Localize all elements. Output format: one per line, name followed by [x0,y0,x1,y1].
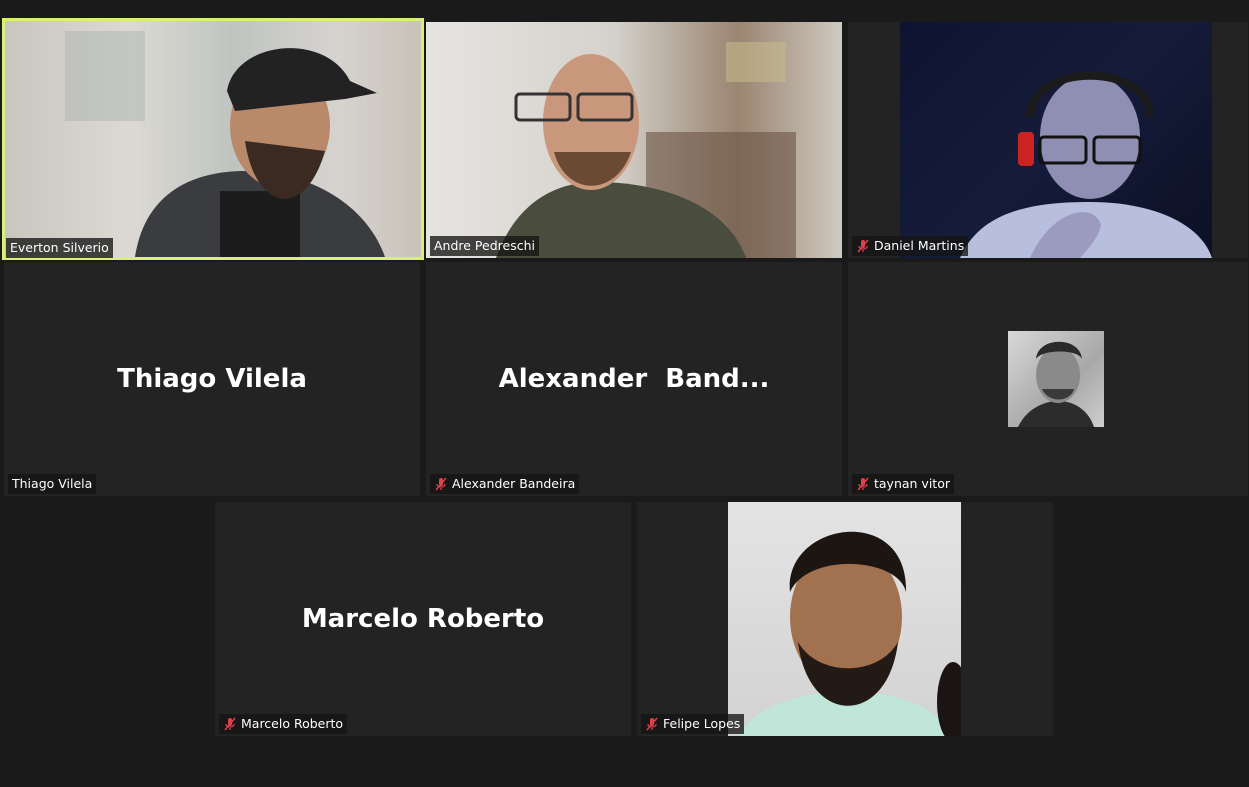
video-tile-everton-silverio[interactable]: Everton Silverio [2,18,424,260]
video-tile-daniel-martins[interactable]: Daniel Martins [848,22,1248,258]
video-tile-marcelo-roberto[interactable]: Marcelo Roberto Marcelo Roberto [215,502,631,736]
participant-name-label: Thiago Vilela [8,474,97,494]
person-silhouette [496,42,796,258]
participant-name-label: taynan vitor [852,474,954,494]
participant-video [426,22,842,258]
mic-muted-icon [857,477,869,491]
mic-muted-icon [646,717,658,731]
video-tile-thiago-vilela[interactable]: Thiago Vilela Thiago Vilela [4,262,420,496]
mic-muted-icon [224,717,236,731]
profile-picture [728,502,961,736]
participant-display-name: Marcelo Roberto [301,604,545,634]
participant-name-label: Felipe Lopes [641,714,745,734]
person-silhouette [738,531,961,736]
participant-name: Felipe Lopes [663,716,741,731]
profile-picture [1008,331,1104,427]
person-silhouette [960,71,1212,258]
participant-name: Daniel Martins [874,238,965,253]
person-silhouette [1018,341,1094,427]
video-tile-taynan-vitor[interactable]: taynan vitor [848,262,1248,496]
participant-name: Thiago Vilela [12,476,93,491]
mic-muted-icon [857,239,869,253]
mic-muted-icon [435,477,447,491]
person-silhouette [65,31,385,257]
participant-name: Marcelo Roberto [241,716,344,731]
video-tile-felipe-lopes[interactable]: Felipe Lopes [637,502,1053,736]
participant-name-label: Marcelo Roberto [219,714,348,734]
video-tile-alexander-bandeira[interactable]: Alexander Band... Alexander Bandeira [426,262,842,496]
participant-video [900,22,1212,258]
participant-name: Alexander Bandeira [452,476,576,491]
participant-name-label: Andre Pedreschi [430,236,539,256]
video-tile-andre-pedreschi[interactable]: Andre Pedreschi [426,22,842,258]
participant-name-label: Alexander Bandeira [430,474,580,494]
participant-name-label: Daniel Martins [852,236,969,256]
participant-name: Andre Pedreschi [434,238,535,253]
participant-video [5,21,421,257]
participant-name: Everton Silverio [10,240,109,255]
participant-name: taynan vitor [874,476,950,491]
participant-display-name: Thiago Vilela [117,364,307,394]
participant-display-name: Alexander Band... [498,364,770,394]
participant-name-label: Everton Silverio [6,238,113,258]
